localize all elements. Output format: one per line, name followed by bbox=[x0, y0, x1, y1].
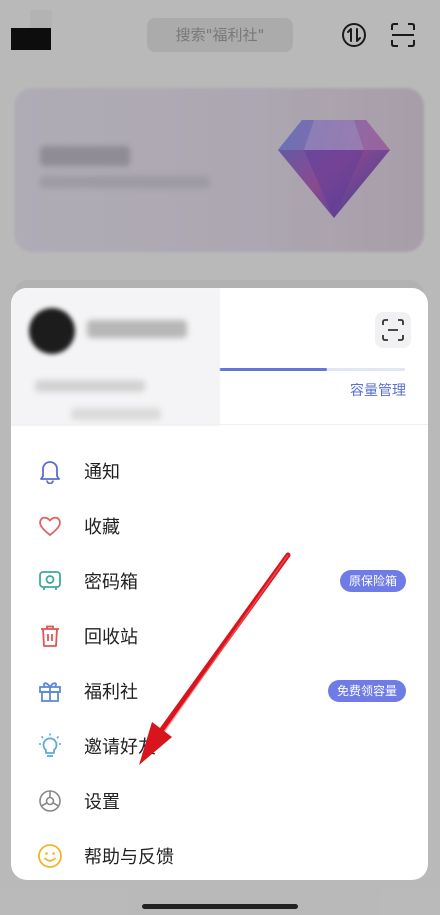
menu-item-notifications[interactable]: 通知 bbox=[11, 443, 428, 498]
status-badge: 免费领容量 bbox=[327, 679, 406, 702]
side-menu: 容量管理 通知 收藏 密码箱 原保险箱 回收站 福利社 免费领容量 邀请好友 设… bbox=[11, 288, 428, 880]
menu-item-label: 收藏 bbox=[84, 516, 120, 538]
safe-box-icon bbox=[36, 567, 64, 595]
menu-item-label: 密码箱 bbox=[84, 571, 138, 593]
menu-item-password-box[interactable]: 密码箱 原保险箱 bbox=[11, 553, 428, 608]
gift-icon bbox=[36, 677, 64, 705]
profile-redaction bbox=[11, 288, 220, 426]
menu-item-label: 设置 bbox=[84, 791, 120, 813]
menu-item-recycle-bin[interactable]: 回收站 bbox=[11, 608, 428, 663]
menu-item-favorites[interactable]: 收藏 bbox=[11, 498, 428, 553]
scan-icon bbox=[382, 319, 404, 341]
capacity-management-link[interactable]: 容量管理 bbox=[350, 380, 406, 400]
home-indicator bbox=[142, 904, 298, 909]
smiley-icon bbox=[36, 842, 64, 870]
menu-item-invite-friends[interactable]: 邀请好友 bbox=[11, 718, 428, 773]
lightbulb-icon bbox=[36, 732, 64, 760]
trash-icon bbox=[36, 622, 64, 650]
bell-icon bbox=[36, 457, 64, 485]
menu-item-label: 通知 bbox=[84, 461, 120, 483]
gear-icon bbox=[36, 787, 64, 815]
menu-item-label: 回收站 bbox=[84, 626, 138, 648]
menu-item-label: 福利社 bbox=[84, 681, 138, 703]
heart-icon bbox=[36, 512, 64, 540]
storage-text-blurred bbox=[35, 380, 145, 392]
username-blurred[interactable] bbox=[87, 320, 187, 338]
menu-item-settings[interactable]: 设置 bbox=[11, 773, 428, 828]
status-badge: 原保险箱 bbox=[339, 569, 406, 592]
menu-item-help-feedback[interactable]: 帮助与反馈 bbox=[11, 828, 428, 880]
menu-item-welfare[interactable]: 福利社 免费领容量 bbox=[11, 663, 428, 718]
avatar[interactable] bbox=[29, 308, 75, 354]
menu-item-label: 帮助与反馈 bbox=[84, 846, 174, 868]
scan-button[interactable] bbox=[375, 312, 411, 348]
divider bbox=[11, 424, 428, 425]
menu-item-label: 邀请好友 bbox=[84, 736, 156, 758]
menu-item-blurred bbox=[71, 408, 161, 420]
